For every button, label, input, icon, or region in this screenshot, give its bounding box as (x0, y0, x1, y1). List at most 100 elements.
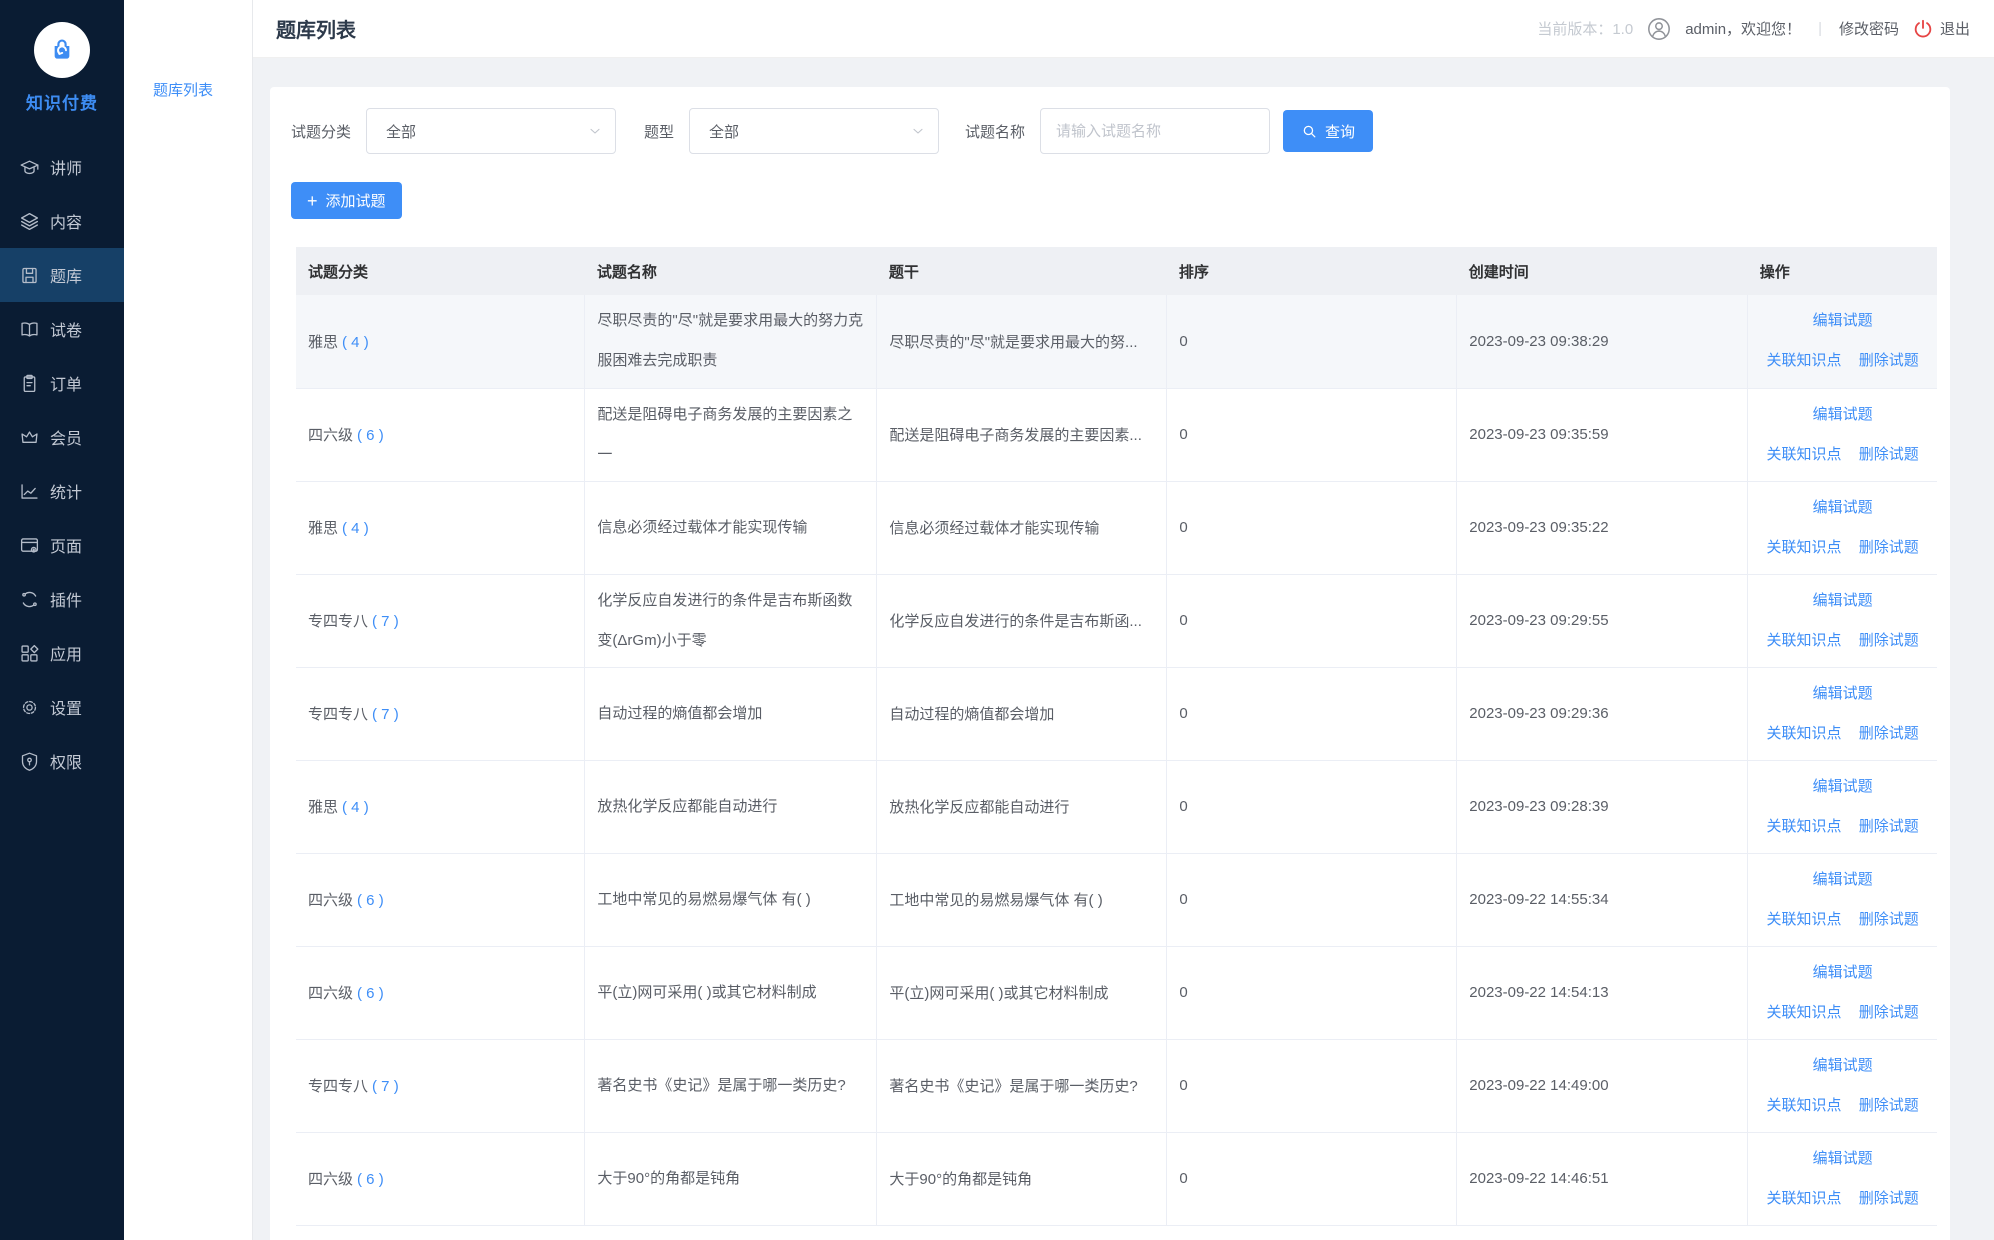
cell-name: 工地中常见的易燃易爆气体 有( ) (585, 853, 877, 946)
category-count-link[interactable]: ( 4 ) (342, 334, 369, 351)
category-count-link[interactable]: ( 6 ) (357, 985, 384, 1002)
cell-stem: 配送是阻碍电子商务发展的主要因素... (877, 388, 1167, 481)
cell-name: 大于90°的角都是钝角 (585, 1132, 877, 1225)
cell-created: 2023-09-22 14:54:13 (1457, 946, 1748, 1039)
sidebar-item-label: 订单 (50, 371, 82, 395)
category-count-link[interactable]: ( 6 ) (357, 1171, 384, 1188)
logout-button[interactable]: 退出 (1912, 18, 1970, 40)
edit-question-link[interactable]: 编辑试题 (1813, 1057, 1873, 1074)
cell-actions: 编辑试题 关联知识点 删除试题 (1748, 946, 1937, 1039)
cell-sort: 0 (1167, 1132, 1457, 1225)
link-knowledge-link[interactable]: 关联知识点 (1767, 725, 1842, 742)
order-icon (19, 373, 40, 394)
link-knowledge-link[interactable]: 关联知识点 (1767, 446, 1842, 463)
add-question-button[interactable]: + 添加试题 (291, 182, 402, 219)
sidebar-item[interactable]: 会员 (0, 410, 124, 464)
edit-question-link[interactable]: 编辑试题 (1813, 406, 1873, 423)
category-name: 雅思 (308, 334, 338, 351)
cell-stem: 著名史书《史记》是属于哪一类历史? (877, 1039, 1167, 1132)
sidebar-item[interactable]: 权限 (0, 734, 124, 788)
app-root: 知识付费 讲师 内容 题库 (0, 0, 1994, 1240)
sidebar-item[interactable]: 应用 (0, 626, 124, 680)
cell-category: 雅思( 4 ) (296, 760, 585, 853)
sidebar-item-label: 统计 (50, 479, 82, 503)
link-knowledge-link[interactable]: 关联知识点 (1767, 352, 1842, 369)
sidebar-item-label: 设置 (50, 695, 82, 719)
col-name: 试题名称 (585, 247, 877, 295)
delete-question-link[interactable]: 删除试题 (1859, 446, 1919, 463)
category-name: 四六级 (308, 1171, 353, 1188)
link-knowledge-link[interactable]: 关联知识点 (1767, 632, 1842, 649)
cell-category: 四六级( 6 ) (296, 946, 585, 1039)
delete-question-link[interactable]: 删除试题 (1859, 725, 1919, 742)
cell-sort: 0 (1167, 946, 1457, 1039)
cell-name: 自动过程的熵值都会增加 (585, 667, 877, 760)
category-name: 四六级 (308, 985, 353, 1002)
sidebar-item[interactable]: 订单 (0, 356, 124, 410)
category-count-link[interactable]: ( 7 ) (372, 1078, 399, 1095)
cell-created: 2023-09-23 09:35:22 (1457, 481, 1748, 574)
category-select[interactable]: 全部 (366, 108, 616, 154)
sidebar-item[interactable]: 题库 (0, 248, 124, 302)
change-password-link[interactable]: 修改密码 (1839, 18, 1899, 39)
edit-question-link[interactable]: 编辑试题 (1813, 778, 1873, 795)
link-knowledge-link[interactable]: 关联知识点 (1767, 1190, 1842, 1207)
col-actions: 操作 (1748, 247, 1937, 295)
edit-question-link[interactable]: 编辑试题 (1813, 592, 1873, 609)
col-created: 创建时间 (1457, 247, 1748, 295)
edit-question-link[interactable]: 编辑试题 (1813, 312, 1873, 329)
sidebar-menu: 讲师 内容 题库 试卷 订单 (0, 140, 124, 788)
link-knowledge-link[interactable]: 关联知识点 (1767, 818, 1842, 835)
sidebar-item-label: 应用 (50, 641, 82, 665)
delete-question-link[interactable]: 删除试题 (1859, 911, 1919, 928)
submenu-item-question-bank-list[interactable]: 题库列表 (124, 79, 252, 100)
search-button[interactable]: 查询 (1283, 110, 1373, 152)
sidebar-item[interactable]: 内容 (0, 194, 124, 248)
delete-question-link[interactable]: 删除试题 (1859, 632, 1919, 649)
sidebar-item[interactable]: 统计 (0, 464, 124, 518)
cell-category: 专四专八( 7 ) (296, 667, 585, 760)
link-knowledge-link[interactable]: 关联知识点 (1767, 1004, 1842, 1021)
delete-question-link[interactable]: 删除试题 (1859, 1190, 1919, 1207)
power-icon (1912, 18, 1934, 40)
apps-icon (19, 643, 40, 664)
category-count-link[interactable]: ( 4 ) (342, 520, 369, 537)
category-count-link[interactable]: ( 4 ) (342, 799, 369, 816)
category-count-link[interactable]: ( 7 ) (372, 706, 399, 723)
question-name-input[interactable] (1040, 108, 1270, 154)
category-count-link[interactable]: ( 7 ) (372, 613, 399, 630)
edit-question-link[interactable]: 编辑试题 (1813, 685, 1873, 702)
delete-question-link[interactable]: 删除试题 (1859, 352, 1919, 369)
name-filter-label: 试题名称 (965, 121, 1025, 142)
sidebar-item[interactable]: 试卷 (0, 302, 124, 356)
link-knowledge-link[interactable]: 关联知识点 (1767, 539, 1842, 556)
cell-stem: 自动过程的熵值都会增加 (877, 667, 1167, 760)
edit-question-link[interactable]: 编辑试题 (1813, 871, 1873, 888)
add-question-label: 添加试题 (326, 190, 386, 211)
edit-question-link[interactable]: 编辑试题 (1813, 499, 1873, 516)
cell-sort: 0 (1167, 1039, 1457, 1132)
cell-actions: 编辑试题 关联知识点 删除试题 (1748, 295, 1937, 388)
delete-question-link[interactable]: 删除试题 (1859, 1097, 1919, 1114)
delete-question-link[interactable]: 删除试题 (1859, 1004, 1919, 1021)
delete-question-link[interactable]: 删除试题 (1859, 539, 1919, 556)
sidebar-item[interactable]: 页面 (0, 518, 124, 572)
secondary-sidebar: 题库列表 (124, 0, 253, 1240)
edit-question-link[interactable]: 编辑试题 (1813, 1150, 1873, 1167)
user-avatar-icon (1646, 16, 1672, 42)
link-knowledge-link[interactable]: 关联知识点 (1767, 1097, 1842, 1114)
type-select[interactable]: 全部 (689, 108, 939, 154)
link-knowledge-link[interactable]: 关联知识点 (1767, 911, 1842, 928)
sidebar-item[interactable]: 讲师 (0, 140, 124, 194)
cell-created: 2023-09-22 14:49:00 (1457, 1039, 1748, 1132)
sidebar-item[interactable]: 插件 (0, 572, 124, 626)
page-icon (19, 535, 40, 556)
table-row: 四六级( 6 ) 平(立)网可采用( )或其它材料制成 平(立)网可采用( )或… (296, 946, 1937, 1039)
topbar-right: 当前版本：1.0 admin，欢迎您！ | 修改密码 退出 (1537, 16, 1970, 42)
table-row: 专四专八( 7 ) 化学反应自发进行的条件是吉布斯函数变(ΔrGm)小于零 化学… (296, 574, 1937, 667)
category-count-link[interactable]: ( 6 ) (357, 427, 384, 444)
sidebar-item[interactable]: 设置 (0, 680, 124, 734)
delete-question-link[interactable]: 删除试题 (1859, 818, 1919, 835)
edit-question-link[interactable]: 编辑试题 (1813, 964, 1873, 981)
category-count-link[interactable]: ( 6 ) (357, 892, 384, 909)
